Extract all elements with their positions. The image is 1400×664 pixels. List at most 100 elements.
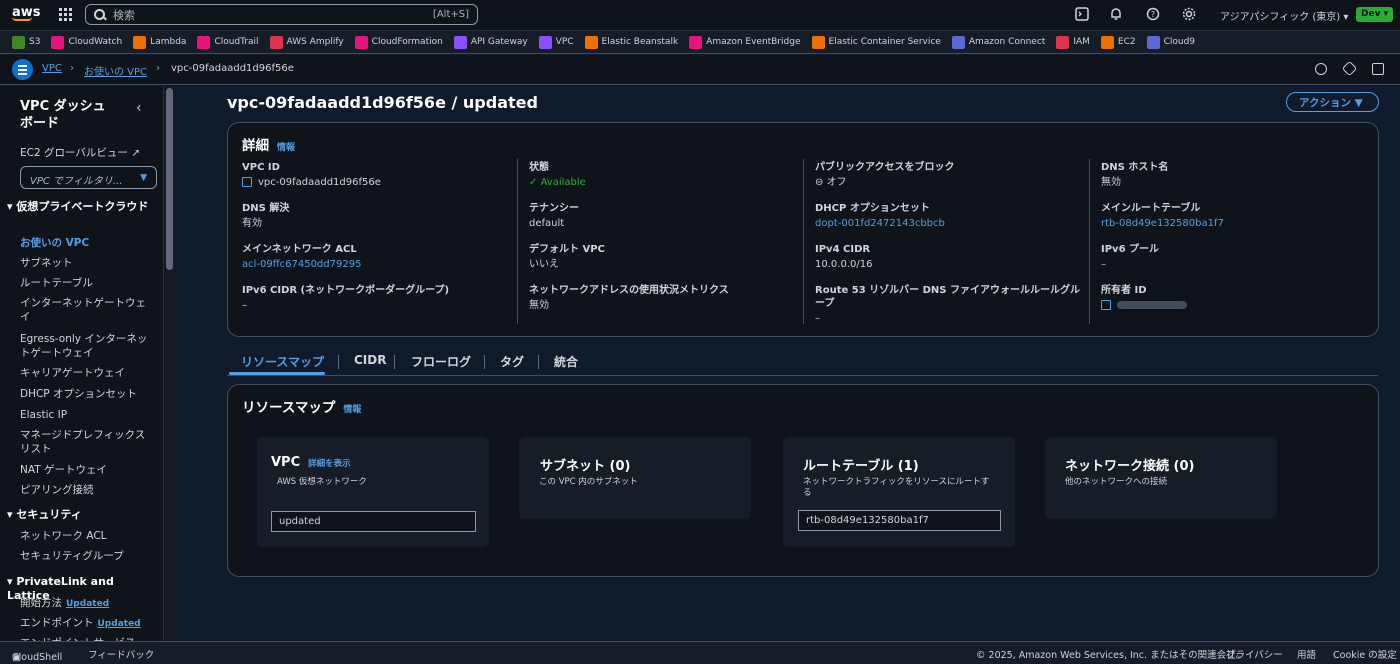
service-icon <box>538 35 552 49</box>
detail-field: パブリックアクセスをブロック ⊖ オフ <box>815 161 1085 189</box>
sidebar-item[interactable]: インターネットゲートウェイ <box>20 296 150 324</box>
detail-value-text: dopt-001fd2472143cbbcb <box>815 218 945 229</box>
detail-value[interactable]: acl-09ffc67450dd79295 <box>242 258 512 271</box>
sidebar-item[interactable]: サブネット <box>20 256 150 270</box>
favorite-cloudformation[interactable]: CloudFormation <box>354 35 443 49</box>
view-details-link[interactable]: 詳細を表示 <box>308 459 351 469</box>
favorite-amazon-connect[interactable]: Amazon Connect <box>951 35 1045 49</box>
vpc-filter-select[interactable]: VPC でフィルタリ... ▼ <box>20 166 157 189</box>
sidebar-item-label: ルートテーブル <box>20 277 93 289</box>
tab-flow-logs[interactable]: フローログ <box>411 353 471 370</box>
tab-cidr[interactable]: CIDR <box>354 353 386 367</box>
favorite-lambda[interactable]: Lambda <box>133 35 186 49</box>
close-sidebar-icon[interactable]: ‹ <box>136 100 142 116</box>
tab-integrations[interactable]: 統合 <box>554 353 578 370</box>
tab-tags[interactable]: タグ <box>500 353 524 370</box>
favorite-iam[interactable]: IAM <box>1056 35 1090 49</box>
detail-label: メインネットワーク ACL <box>242 244 357 255</box>
sidebar-item[interactable]: ネットワーク ACL <box>20 529 150 543</box>
favorite-label: IAM <box>1073 37 1090 47</box>
sidebar-item[interactable]: キャリアゲートウェイ <box>20 366 150 380</box>
favorite-cloud9[interactable]: Cloud9 <box>1146 35 1195 49</box>
sidebar-item[interactable]: 開始方法 Updated <box>20 596 150 611</box>
sidebar-item-label: Elastic IP <box>20 409 68 421</box>
vpc-filter-placeholder: VPC でフィルタリ... <box>30 176 123 187</box>
vpc-box-title: VPC 詳細を表示 <box>271 455 351 470</box>
copy-icon[interactable] <box>242 177 252 187</box>
info-link[interactable]: 情報 <box>277 143 295 153</box>
region-selector[interactable]: アジアパシフィック (東京) ▾ <box>1220 8 1348 23</box>
cookie-settings-link[interactable]: Cookie の設定 <box>1333 647 1397 661</box>
notifications-icon[interactable] <box>1341 60 1358 77</box>
sidebar-item[interactable]: DHCP オプションセット <box>20 387 150 401</box>
favorite-cloudwatch[interactable]: CloudWatch <box>51 35 122 49</box>
sidebar-item[interactable]: エンドポイント Updated <box>20 616 150 631</box>
detail-label: 状態 <box>529 162 549 173</box>
detail-field: メインネットワーク ACL acl-09ffc67450dd79295 <box>242 243 512 271</box>
bell-icon[interactable] <box>1108 7 1124 23</box>
sidebar-item[interactable]: NAT ゲートウェイ <box>20 463 150 477</box>
gear-icon[interactable] <box>1181 7 1197 23</box>
aws-logo[interactable]: aws <box>12 5 41 21</box>
scrollbar-thumb[interactable] <box>166 88 173 270</box>
detail-value-text: 有効 <box>242 218 262 229</box>
sidebar-section-vpc[interactable]: ▾ 仮想プライベートクラウド <box>7 200 152 214</box>
detail-field: メインルートテーブル rtb-08d49e132580ba1f7 <box>1101 202 1371 230</box>
info-link[interactable]: 情報 <box>343 405 361 415</box>
service-icon <box>1100 35 1114 49</box>
feedback-link[interactable]: フィードバック <box>88 647 154 661</box>
feedback-panel-icon[interactable] <box>1372 63 1384 75</box>
detail-value: vpc-09fadaadd1d96f56e <box>242 176 512 189</box>
actions-button[interactable]: アクション ▼ <box>1286 92 1379 112</box>
sidebar-section-security[interactable]: ▾ セキュリティ <box>7 508 152 522</box>
service-icon <box>133 35 147 49</box>
detail-value-text: – <box>1101 259 1106 270</box>
favorite-elastic-beanstalk[interactable]: Elastic Beanstalk <box>584 35 678 49</box>
detail-value: いいえ <box>529 258 799 271</box>
services-menu-icon[interactable] <box>59 8 72 21</box>
detail-value <box>1101 299 1371 312</box>
favorite-aws-amplify[interactable]: AWS Amplify <box>269 35 344 49</box>
detail-value[interactable]: dopt-001fd2472143cbbcb <box>815 217 1085 230</box>
search-input[interactable]: 検索 [Alt+S] <box>85 4 478 25</box>
favorite-vpc[interactable]: VPC <box>538 35 574 49</box>
sidebar-item[interactable]: Egress-only インターネットゲートウェイ <box>20 332 150 360</box>
privacy-link[interactable]: プライバシー <box>1226 647 1283 661</box>
sidebar-scrollbar[interactable] <box>163 86 175 641</box>
sidebar-item[interactable]: ルートテーブル <box>20 276 150 290</box>
sidebar-item-global-view[interactable]: EC2 グローバルビュー ↗ <box>20 146 150 160</box>
detail-value[interactable]: rtb-08d49e132580ba1f7 <box>1101 217 1371 230</box>
detail-value: 10.0.0.0/16 <box>815 258 1085 271</box>
actions-label: アクション <box>1299 97 1351 109</box>
favorite-ec2[interactable]: EC2 <box>1100 35 1136 49</box>
cloudshell-icon[interactable] <box>1074 7 1090 23</box>
sidebar-item[interactable]: マネージドプレフィックスリスト <box>20 428 150 456</box>
account-badge[interactable]: Dev ▾ <box>1356 7 1394 22</box>
copyright-text: © 2025, Amazon Web Services, Inc. またはその関… <box>976 650 1246 661</box>
help-icon[interactable]: ? <box>1145 7 1161 23</box>
favorite-api-gateway[interactable]: API Gateway <box>453 35 528 49</box>
sidebar-item[interactable]: Elastic IP <box>20 408 150 422</box>
breadcrumb-vpc[interactable]: VPC <box>42 63 62 74</box>
details-header: 詳細 情報 <box>242 134 295 154</box>
top-navigation: aws 検索 [Alt+S] ? アジアパシフィック (東京) ▾ Dev ▾ <box>0 0 1400 30</box>
breadcrumb-your-vpcs[interactable]: お使いの VPC <box>84 63 147 78</box>
favorite-amazon-eventbridge[interactable]: Amazon EventBridge <box>689 35 801 49</box>
sidebar-item[interactable]: ピアリング接続 <box>20 483 150 497</box>
sidebar-item[interactable]: セキュリティグループ <box>20 549 150 563</box>
favorite-cloudtrail[interactable]: CloudTrail <box>197 35 259 49</box>
sidebar-title[interactable]: VPC ダッシュボード <box>20 98 115 132</box>
route-table-item[interactable]: rtb-08d49e132580ba1f7 <box>798 510 1001 531</box>
detail-value-text: Available <box>540 177 586 188</box>
svg-text:?: ? <box>1151 10 1155 19</box>
info-panel-icon[interactable] <box>1315 63 1327 75</box>
menu-toggle-button[interactable] <box>12 59 33 80</box>
tab-resource-map[interactable]: リソースマップ <box>241 353 324 370</box>
terms-link[interactable]: 用語 <box>1297 647 1316 661</box>
favorite-s3[interactable]: S3 <box>12 35 40 49</box>
copy-icon[interactable] <box>1101 300 1111 310</box>
favorite-label: CloudFormation <box>371 37 443 47</box>
favorite-elastic-container-service[interactable]: Elastic Container Service <box>811 35 941 49</box>
sidebar-item[interactable]: お使いの VPC <box>20 236 150 250</box>
vpc-name-item[interactable]: updated <box>271 511 476 532</box>
